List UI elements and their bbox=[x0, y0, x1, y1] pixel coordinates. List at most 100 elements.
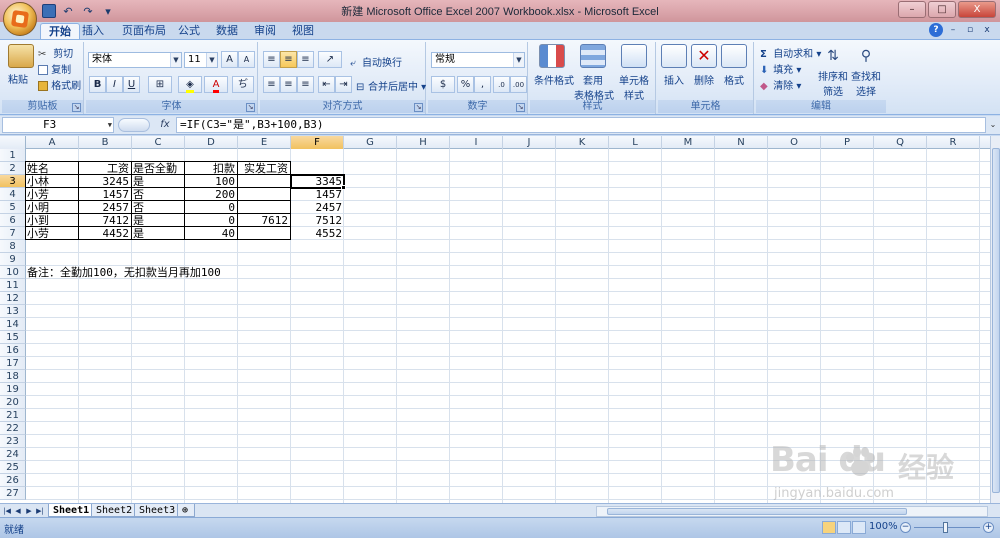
row-header-20[interactable]: 20 bbox=[0, 396, 26, 409]
fill-handle[interactable] bbox=[341, 185, 346, 190]
clear-button[interactable]: ◆ 清除 ▾ bbox=[760, 77, 801, 93]
column-header-i[interactable]: I bbox=[450, 136, 503, 149]
decrease-indent-button[interactable]: ⇤ bbox=[318, 76, 335, 93]
tab-formulas[interactable]: 公式 bbox=[170, 23, 208, 40]
cell-e6[interactable]: 7612 bbox=[237, 213, 291, 227]
close-button[interactable]: X bbox=[958, 1, 996, 18]
worksheet-grid[interactable]: ABCDEFGHIJKLMNOPQR 1 2 3 4 5 6 7 8 9 10 11 12 13 14 15… bbox=[0, 136, 990, 503]
horizontal-scrollbar[interactable] bbox=[596, 506, 988, 517]
expand-formula-bar-icon[interactable]: ⌄ bbox=[987, 118, 999, 132]
row-header-19[interactable]: 19 bbox=[0, 383, 26, 396]
row-header-4[interactable]: 4 bbox=[0, 188, 26, 201]
copy-button[interactable]: 复制 bbox=[38, 61, 71, 76]
column-header-o[interactable]: O bbox=[768, 136, 821, 149]
sheet-tab-2[interactable]: Sheet2 bbox=[91, 504, 138, 517]
cell-c5[interactable]: 否 bbox=[131, 200, 185, 214]
zoom-slider-thumb[interactable] bbox=[943, 522, 948, 533]
borders-button[interactable]: ⊞ bbox=[148, 76, 172, 93]
cell-d3[interactable]: 100 bbox=[184, 174, 238, 188]
zoom-in-icon[interactable]: + bbox=[983, 522, 994, 533]
row-header-25[interactable]: 25 bbox=[0, 461, 26, 474]
row-header-22[interactable]: 22 bbox=[0, 422, 26, 435]
cell-a7[interactable]: 小劳 bbox=[25, 226, 79, 240]
cell-a4[interactable]: 小芳 bbox=[25, 187, 79, 201]
note-cell-a10[interactable]: 备注：全勤加100，无扣款当月再加100 bbox=[27, 266, 221, 279]
row-header-9[interactable]: 9 bbox=[0, 253, 26, 266]
merge-center-button[interactable]: ⊟ 合并后居中 ▾ bbox=[356, 78, 426, 94]
insert-function-button[interactable]: fx bbox=[156, 118, 174, 132]
currency-button[interactable]: $ bbox=[431, 76, 455, 93]
cell-styles-button[interactable]: 单元格 样式 bbox=[616, 44, 652, 102]
shrink-font-button[interactable]: A bbox=[238, 51, 255, 68]
row-header-5[interactable]: 5 bbox=[0, 201, 26, 214]
align-top-button[interactable]: ≡ bbox=[263, 51, 280, 68]
percent-button[interactable]: % bbox=[457, 76, 474, 93]
cell-f5[interactable]: 2457 bbox=[291, 201, 344, 214]
insert-sheet-icon[interactable]: ⊕ bbox=[177, 504, 195, 517]
find-select-button[interactable]: ⚲ 查找和 选择 bbox=[850, 44, 882, 98]
column-header-e[interactable]: E bbox=[238, 136, 291, 149]
cell-a6[interactable]: 小到 bbox=[25, 213, 79, 227]
row-header-13[interactable]: 13 bbox=[0, 305, 26, 318]
row-header-12[interactable]: 12 bbox=[0, 292, 26, 305]
cell-f7[interactable]: 4552 bbox=[291, 227, 344, 240]
align-right-button[interactable]: ≡ bbox=[297, 76, 314, 93]
format-as-table-button[interactable]: 套用 表格格式 bbox=[574, 44, 614, 102]
italic-button[interactable]: I bbox=[106, 76, 123, 93]
cell-c6[interactable]: 是 bbox=[131, 213, 185, 227]
cell-d4[interactable]: 200 bbox=[184, 187, 238, 201]
clipboard-launcher-icon[interactable]: ↘ bbox=[72, 103, 81, 112]
next-sheet-icon[interactable]: ▶ bbox=[24, 505, 34, 517]
cell-f6[interactable]: 7512 bbox=[291, 214, 344, 227]
font-color-button[interactable]: A bbox=[204, 76, 228, 93]
row-header-16[interactable]: 16 bbox=[0, 344, 26, 357]
column-header-q[interactable]: Q bbox=[874, 136, 927, 149]
prev-sheet-icon[interactable]: ◀ bbox=[13, 505, 23, 517]
cell-d6[interactable]: 0 bbox=[184, 213, 238, 227]
normal-view-icon[interactable] bbox=[822, 521, 836, 534]
ribbon-restore-icon[interactable]: ▫ bbox=[963, 23, 977, 37]
row-header-7[interactable]: 7 bbox=[0, 227, 26, 240]
row-header-11[interactable]: 11 bbox=[0, 279, 26, 292]
last-sheet-icon[interactable]: ▶| bbox=[35, 505, 45, 517]
increase-indent-button[interactable]: ⇥ bbox=[335, 76, 352, 93]
maximize-button[interactable]: □ bbox=[928, 1, 956, 18]
tab-page-layout[interactable]: 页面布局 bbox=[114, 23, 174, 40]
alignment-launcher-icon[interactable]: ↘ bbox=[414, 103, 423, 112]
cell-e4[interactable] bbox=[237, 187, 291, 201]
column-header-m[interactable]: M bbox=[662, 136, 715, 149]
font-name-select[interactable]: 宋体 ▼ bbox=[88, 52, 182, 68]
office-button[interactable] bbox=[3, 2, 37, 36]
align-center-button[interactable]: ≡ bbox=[280, 76, 297, 93]
number-launcher-icon[interactable]: ↘ bbox=[516, 103, 525, 112]
cell-b4[interactable]: 1457 bbox=[78, 187, 132, 201]
cell-e3[interactable] bbox=[237, 174, 291, 188]
row-header-27[interactable]: 27 bbox=[0, 487, 26, 500]
grow-font-button[interactable]: A bbox=[221, 51, 238, 68]
tab-view[interactable]: 视图 bbox=[284, 23, 322, 40]
header-cell-a[interactable]: 姓名 bbox=[25, 161, 79, 175]
number-format-select[interactable]: 常规 ▼ bbox=[431, 52, 525, 68]
cell-b6[interactable]: 7412 bbox=[78, 213, 132, 227]
row-header-18[interactable]: 18 bbox=[0, 370, 26, 383]
cell-d5[interactable]: 0 bbox=[184, 200, 238, 214]
conditional-format-button[interactable]: 条件格式 bbox=[534, 44, 574, 87]
column-header-h[interactable]: H bbox=[397, 136, 450, 149]
bold-button[interactable]: B bbox=[89, 76, 106, 93]
formula-input[interactable]: =IF(C3="是",B3+100,B3) bbox=[176, 117, 986, 133]
cell-b5[interactable]: 2457 bbox=[78, 200, 132, 214]
cell-b3[interactable]: 3245 bbox=[78, 174, 132, 188]
delete-cells-button[interactable]: ✕ 删除 bbox=[690, 44, 718, 87]
select-all-button[interactable] bbox=[0, 136, 26, 149]
cell-e5[interactable] bbox=[237, 200, 291, 214]
format-painter-button[interactable]: 格式刷 bbox=[38, 77, 81, 92]
cell-d7[interactable]: 40 bbox=[184, 226, 238, 240]
column-header-g[interactable]: G bbox=[344, 136, 397, 149]
autosum-button[interactable]: Σ 自动求和 ▾ bbox=[760, 45, 821, 61]
paste-button[interactable]: 粘贴 bbox=[8, 44, 34, 86]
column-header-c[interactable]: C bbox=[132, 136, 185, 149]
first-sheet-icon[interactable]: |◀ bbox=[2, 505, 12, 517]
orientation-button[interactable]: ↗ bbox=[318, 51, 342, 68]
minimize-button[interactable]: – bbox=[898, 1, 926, 18]
row-header-1[interactable]: 1 bbox=[0, 149, 26, 162]
